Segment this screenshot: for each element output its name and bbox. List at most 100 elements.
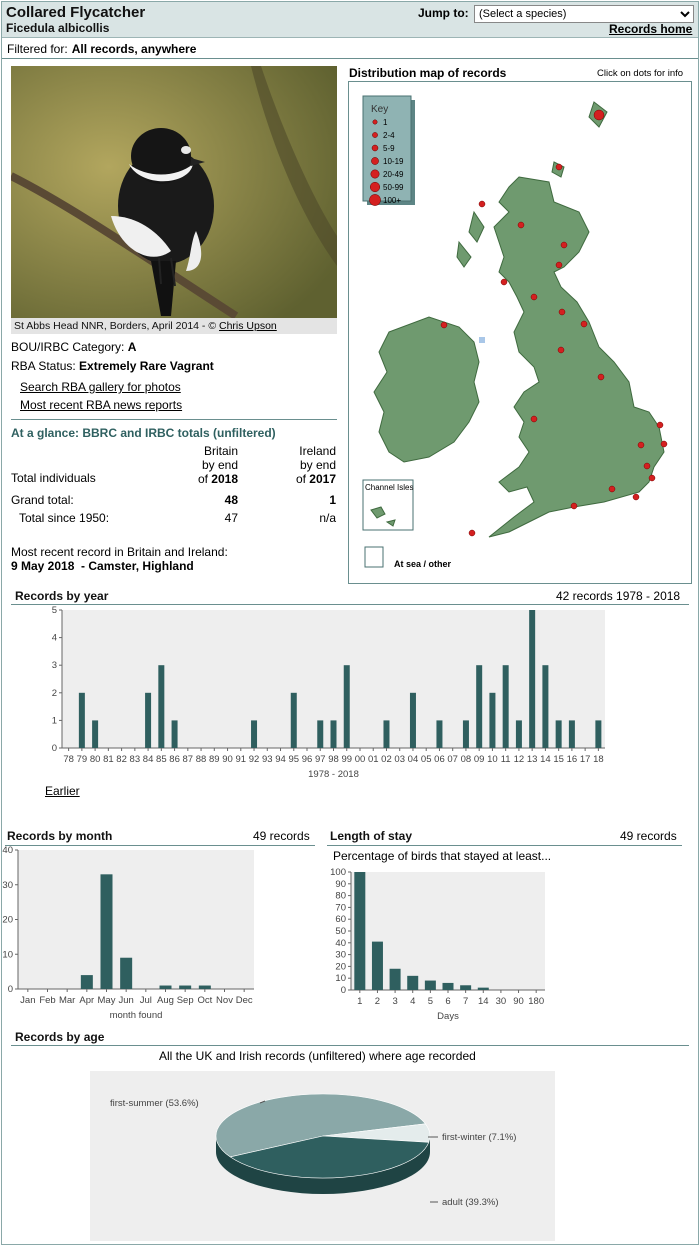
record-dot[interactable] xyxy=(440,321,448,329)
lough-neagh xyxy=(479,337,485,343)
x-tick-label: 04 xyxy=(408,754,419,765)
record-dot[interactable] xyxy=(560,241,568,249)
y-tick-label: 0 xyxy=(8,984,13,995)
year-chart-title: Records by year xyxy=(15,589,109,603)
stay-chart: 01020304050607080901001 2 3 4 5 6 7 14 30 90 180Da… xyxy=(330,867,545,1022)
col2-line3: of 2017 xyxy=(278,472,336,486)
rba-value: Extremely Rare Vagrant xyxy=(79,359,214,373)
x-tick-label: 92 xyxy=(249,754,260,765)
x-tick-label: 6 xyxy=(445,996,450,1007)
x-tick-label: 90 xyxy=(222,754,233,765)
record-dot[interactable] xyxy=(570,502,578,510)
x-tick-label: 79 xyxy=(77,754,88,765)
x-tick-label: 07 xyxy=(447,754,458,765)
record-dot[interactable] xyxy=(468,529,476,537)
key-dot xyxy=(371,157,379,165)
bar xyxy=(158,665,165,748)
bar xyxy=(78,692,85,748)
record-dot[interactable] xyxy=(478,200,486,208)
x-tick-label: 80 xyxy=(90,754,101,765)
filter-label: Filtered for: xyxy=(7,42,68,56)
record-dot[interactable] xyxy=(632,493,640,501)
record-dot[interactable] xyxy=(648,474,656,482)
record-dot[interactable] xyxy=(555,163,563,171)
divider xyxy=(11,419,337,420)
x-axis-label: month found xyxy=(110,1010,163,1021)
photo-caption: St Abbs Head NNR, Borders, April 2014 - … xyxy=(11,318,337,334)
record-dot[interactable] xyxy=(557,346,565,354)
key-dot xyxy=(372,119,378,125)
divider xyxy=(2,58,698,59)
pie-label: first-winter (7.1%) xyxy=(442,1132,516,1143)
bar xyxy=(251,720,258,748)
x-tick-label: 11 xyxy=(501,754,511,765)
stay-chart-heading: Percentage of birds that stayed at least… xyxy=(333,849,552,863)
records-home-link[interactable]: Records home xyxy=(609,22,692,36)
bar xyxy=(477,987,489,990)
x-tick-label: Aug xyxy=(157,995,174,1006)
y-tick-label: 1 xyxy=(52,715,57,726)
species-latin-name: Ficedula albicollis xyxy=(6,21,110,35)
since-1950-ireland: n/a xyxy=(319,511,336,525)
gallery-link[interactable]: Search RBA gallery for photos xyxy=(20,380,181,394)
earlier-link[interactable]: Earlier xyxy=(45,784,80,798)
species-select[interactable]: (Select a species) xyxy=(474,5,694,23)
x-tick-label: 09 xyxy=(474,754,485,765)
y-tick-label: 70 xyxy=(335,902,346,913)
record-dot[interactable] xyxy=(608,485,616,493)
news-link[interactable]: Most recent RBA news reports xyxy=(20,398,182,412)
record-dot[interactable] xyxy=(593,109,605,121)
key-label: 100+ xyxy=(383,196,401,205)
record-dot[interactable] xyxy=(555,261,563,269)
x-tick-label: 16 xyxy=(567,754,578,765)
y-tick-label: 0 xyxy=(52,743,57,754)
bar xyxy=(145,692,152,748)
x-tick-label: 90 xyxy=(513,996,524,1007)
record-dot[interactable] xyxy=(558,308,566,316)
channel-isles-label: Channel Isles xyxy=(365,483,413,492)
bar xyxy=(290,692,297,748)
x-tick-label: 81 xyxy=(103,754,114,765)
x-tick-label: Apr xyxy=(79,995,94,1006)
key-dot xyxy=(369,181,381,193)
bar xyxy=(595,720,602,748)
key-dot xyxy=(371,144,379,152)
col1-of: of xyxy=(197,472,208,486)
record-dot[interactable] xyxy=(580,320,588,328)
species-photo[interactable] xyxy=(11,66,337,318)
map-hint: Click on dots for info xyxy=(597,68,684,79)
record-dot[interactable] xyxy=(517,221,525,229)
age-chart-heading: All the UK and Irish records (unfiltered… xyxy=(159,1049,476,1063)
month-chart: 0 10 20 30 40 Jan Feb Mar Apr May Jun Jul Aug Sep Oct N… xyxy=(2,846,254,1021)
filter-summary: Filtered for: All records, anywhere xyxy=(7,42,196,56)
record-dot[interactable] xyxy=(660,440,668,448)
bar xyxy=(436,720,443,748)
x-tick-label: Jul xyxy=(140,995,152,1006)
record-dot[interactable] xyxy=(656,421,664,429)
key-label: 20-49 xyxy=(383,170,404,179)
month-chart-title: Records by month xyxy=(7,829,113,843)
bar xyxy=(489,692,496,748)
x-tick-label: 14 xyxy=(540,754,551,765)
rba-label: RBA Status: xyxy=(11,359,76,373)
record-dot[interactable] xyxy=(597,373,605,381)
x-tick-label: 86 xyxy=(169,754,180,765)
bar xyxy=(371,941,383,990)
record-dot[interactable] xyxy=(643,462,651,470)
record-dot[interactable] xyxy=(530,293,538,301)
bar xyxy=(100,874,113,989)
y-tick-label: 20 xyxy=(335,961,346,972)
key-dot xyxy=(370,169,380,179)
record-dot[interactable] xyxy=(530,415,538,423)
x-tick-label: Dec xyxy=(236,995,253,1006)
x-tick-label: 83 xyxy=(130,754,141,765)
record-dot[interactable] xyxy=(637,441,645,449)
bar xyxy=(330,720,337,748)
x-tick-label: 06 xyxy=(434,754,445,765)
record-dot[interactable] xyxy=(500,278,508,286)
pie-label: first-summer (53.6%) xyxy=(110,1098,199,1109)
x-axis-label: 1978 - 2018 xyxy=(308,769,359,780)
glance-title: At a glance: BBRC and IRBC totals (unfil… xyxy=(11,426,276,440)
bar xyxy=(179,985,192,989)
photo-credit-link[interactable]: Chris Upson xyxy=(219,320,277,332)
